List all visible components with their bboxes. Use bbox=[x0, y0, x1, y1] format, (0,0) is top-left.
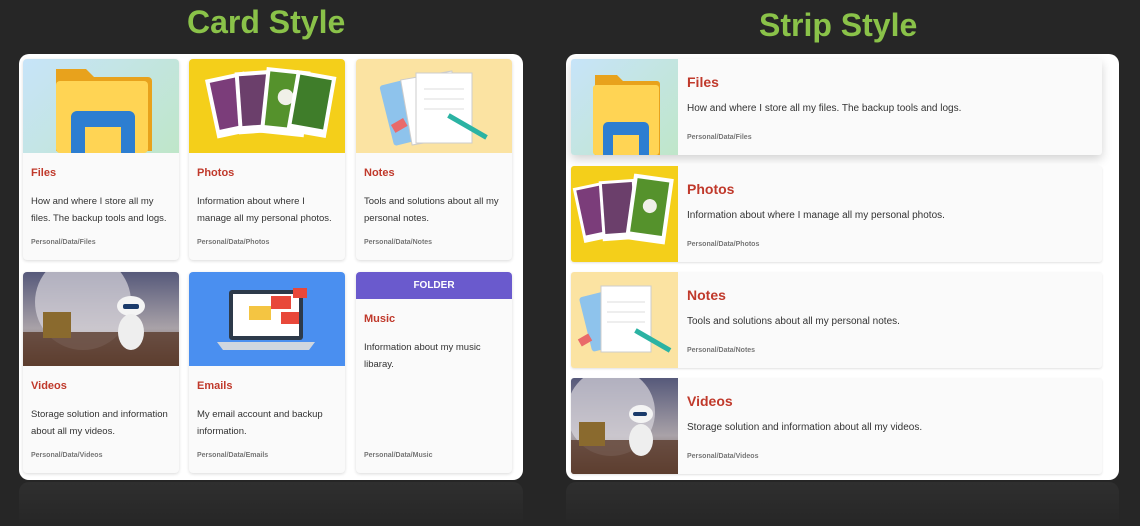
card-description: Information about where I manage all my … bbox=[197, 196, 332, 224]
card-emails[interactable]: Emails My email account and backup infor… bbox=[189, 272, 345, 473]
strip-title: Notes bbox=[687, 287, 726, 303]
card-title: Videos bbox=[31, 380, 67, 392]
card-path: Personal/Data/Videos bbox=[31, 452, 103, 459]
folder-icon bbox=[23, 59, 179, 153]
strip-notes[interactable]: Notes Tools and solutions about all my p… bbox=[571, 272, 1102, 368]
photos-icon bbox=[571, 166, 678, 262]
video-icon bbox=[571, 378, 678, 474]
card-videos[interactable]: Videos Storage solution and information … bbox=[23, 272, 179, 473]
card-title: Notes bbox=[364, 167, 395, 179]
card-path: Personal/Data/Notes bbox=[364, 239, 433, 246]
folder-icon bbox=[571, 59, 678, 155]
strip-style-heading: Strip Style bbox=[759, 7, 918, 43]
strip-path: Personal/Data/Notes bbox=[687, 347, 756, 354]
card-path: Personal/Data/Files bbox=[31, 239, 96, 246]
card-description: Storage solution and information about a… bbox=[31, 409, 168, 437]
card-panel-reflection bbox=[19, 482, 523, 526]
strip-photos[interactable]: Photos Information about where I manage … bbox=[571, 166, 1102, 262]
strip-files[interactable]: Files How and where I store all my files… bbox=[571, 59, 1102, 155]
card-title: Music bbox=[364, 313, 396, 325]
card-title: Files bbox=[31, 167, 57, 179]
notes-icon bbox=[571, 272, 678, 368]
card-style-panel: Files How and where I store all my files… bbox=[19, 54, 523, 480]
strip-description: How and where I store all my files. The … bbox=[687, 103, 962, 114]
strip-description: Tools and solutions about all my persona… bbox=[687, 316, 900, 327]
strip-path: Personal/Data/Videos bbox=[687, 453, 759, 460]
card-photos[interactable]: Photos Information about where I manage … bbox=[189, 59, 345, 260]
card-description: Tools and solutions about all my persona… bbox=[364, 196, 499, 224]
card-style-heading: Card Style bbox=[187, 4, 346, 40]
strip-style-panel: Files How and where I store all my files… bbox=[566, 54, 1119, 480]
video-icon bbox=[23, 272, 179, 366]
strip-path: Personal/Data/Photos bbox=[687, 241, 760, 248]
card-files[interactable]: Files How and where I store all my files… bbox=[23, 59, 179, 260]
card-description: Information about my music libaray. bbox=[364, 342, 481, 370]
strip-description: Information about where I manage all my … bbox=[687, 210, 945, 221]
notes-icon bbox=[356, 59, 512, 153]
folder-banner: FOLDER bbox=[356, 272, 512, 299]
card-path: Personal/Data/Emails bbox=[197, 452, 269, 459]
card-description: How and where I store all my files. The … bbox=[31, 196, 167, 224]
strip-title: Files bbox=[687, 74, 719, 90]
card-description: My email account and backup information. bbox=[197, 409, 323, 437]
card-title: Photos bbox=[197, 167, 235, 179]
strip-path: Personal/Data/Files bbox=[687, 134, 752, 141]
strip-description: Storage solution and information about a… bbox=[687, 422, 923, 433]
strip-videos[interactable]: Videos Storage solution and information … bbox=[571, 378, 1102, 474]
email-icon bbox=[189, 272, 345, 366]
photos-icon bbox=[189, 59, 345, 153]
strip-panel-reflection bbox=[566, 482, 1119, 526]
card-music[interactable]: FOLDER Music Information about my music … bbox=[356, 272, 512, 473]
card-path: Personal/Data/Photos bbox=[197, 239, 270, 246]
card-title: Emails bbox=[197, 380, 233, 392]
strip-title: Videos bbox=[687, 393, 733, 409]
card-path: Personal/Data/Music bbox=[364, 452, 433, 459]
strip-title: Photos bbox=[687, 181, 735, 197]
card-notes[interactable]: Notes Tools and solutions about all my p… bbox=[356, 59, 512, 260]
